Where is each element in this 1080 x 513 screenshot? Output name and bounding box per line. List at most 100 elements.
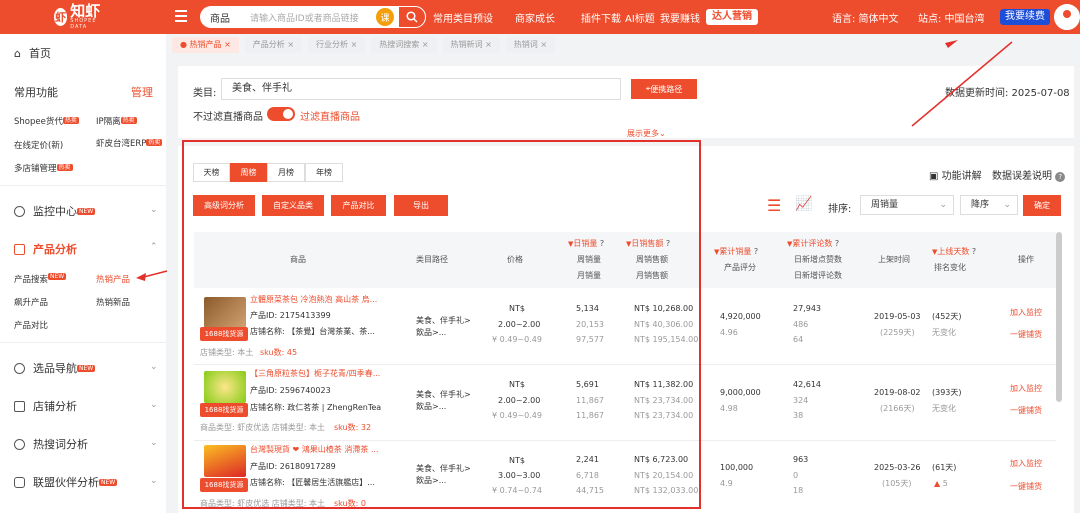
- data-error-note[interactable]: 数据误差说明 ?: [992, 167, 1066, 182]
- total-sales: 9,000,000: [720, 388, 761, 397]
- th-action: 操作: [1018, 255, 1034, 264]
- tab-hot-words[interactable]: 热销词 ×: [505, 37, 556, 53]
- link-erp[interactable]: 虾皮台湾ERP 热卖: [96, 137, 163, 149]
- search-input[interactable]: 请输入商品ID或者商品链接: [250, 11, 376, 24]
- th-rank: 排名变化: [934, 263, 966, 272]
- live-filter-toggle[interactable]: [267, 107, 295, 121]
- tab-hot-new-words[interactable]: 热销新词 ×: [442, 37, 500, 53]
- search-category-select[interactable]: 商品: [200, 10, 250, 25]
- tab-keyword-search[interactable]: 热搜词搜索 ×: [371, 37, 437, 53]
- sidebar-item-selection[interactable]: 选品导航 NEW: [14, 360, 96, 376]
- nav-ai-title[interactable]: AI标题: [625, 10, 655, 25]
- table-scrollbar[interactable]: [1056, 232, 1062, 402]
- th-daily-likes: 日新增点赞数: [794, 255, 842, 264]
- shop-icon: [14, 400, 25, 412]
- sidebar-item-keyword[interactable]: 热搜词分析: [14, 436, 88, 452]
- one-click-list-link[interactable]: 一键铺货: [1010, 329, 1042, 341]
- sort-select[interactable]: 周销量 ⌄: [860, 195, 954, 215]
- home-icon: ⌂: [14, 46, 21, 60]
- chevron-down-icon: ⌄: [939, 200, 947, 210]
- one-click-list-link[interactable]: 一键铺货: [1010, 481, 1042, 493]
- compass-icon: [14, 362, 25, 374]
- th-rating: 产品评分: [724, 263, 756, 272]
- hamburger-menu-icon[interactable]: [175, 10, 187, 22]
- chart-view-icon[interactable]: 📈: [795, 196, 812, 212]
- feature-guide[interactable]: ▣ 功能讲解: [929, 167, 982, 182]
- show-more-link[interactable]: 展示更多⌄: [627, 128, 666, 139]
- sub-soaring-products[interactable]: 飙升产品: [14, 296, 48, 308]
- th-listed: 上架时间: [878, 255, 910, 264]
- add-monitor-link[interactable]: 加入监控: [1010, 458, 1042, 470]
- search-bar: 商品 请输入商品ID或者商品链接 课: [200, 6, 426, 28]
- nav-earn-money[interactable]: 我要赚钱: [660, 10, 700, 25]
- filter-live-label: 过滤直播商品: [300, 112, 360, 123]
- link-ip-isolation[interactable]: IP隔离 热卖: [96, 115, 137, 127]
- sidebar-item-monitor[interactable]: 监控中心 NEW: [14, 203, 96, 219]
- update-time: 数据更新时间: 2025-07-08: [945, 88, 1070, 99]
- one-click-list-link[interactable]: 一键铺货: [1010, 405, 1042, 417]
- sidebar-item-product-analysis[interactable]: 产品分析: [14, 241, 77, 257]
- logo[interactable]: 虾 知虾 SHOPEE DATA: [54, 4, 104, 30]
- help-icon: ?: [1055, 172, 1066, 182]
- divider: [0, 185, 166, 186]
- location-icon: [14, 205, 25, 217]
- new-reviews: 18: [793, 486, 804, 495]
- influencer-marketing-button[interactable]: 达人营销: [706, 9, 758, 25]
- chevron-down-icon: ⌄: [1003, 200, 1011, 210]
- daily-likes: 486: [793, 320, 809, 329]
- renew-button[interactable]: 我要续费: [1000, 9, 1050, 25]
- filter-panel: [178, 66, 1074, 138]
- category-label: 类目:: [193, 88, 217, 99]
- course-badge-icon[interactable]: 课: [376, 8, 394, 26]
- th-reviews[interactable]: ▼累计评论数 ?: [787, 238, 839, 249]
- order-select[interactable]: 降序 ⌄: [960, 195, 1018, 215]
- manage-link[interactable]: 管理: [131, 84, 153, 100]
- total-sales: 100,000: [720, 463, 754, 472]
- sidebar-item-shop[interactable]: 店铺分析: [14, 398, 77, 414]
- quick-path-button[interactable]: ⌖ 便携路径: [631, 79, 697, 99]
- daily-likes: 0: [793, 471, 799, 480]
- reviews: 963: [793, 455, 809, 464]
- tab-bar: ● 热销产品 × 产品分析 × 行业分析 × 热搜词搜索 × 热销新词 × 热销…: [172, 37, 561, 53]
- tab-hot-products[interactable]: ● 热销产品 ×: [172, 37, 239, 53]
- reviews: 42,614: [793, 380, 821, 389]
- rating: 4.98: [720, 404, 738, 413]
- tab-industry-analysis[interactable]: 行业分析 ×: [308, 37, 366, 53]
- nav-category-preset[interactable]: 常用类目预设: [433, 10, 493, 25]
- tab-product-analysis[interactable]: 产品分析 ×: [244, 37, 303, 53]
- sub-product-compare[interactable]: 产品对比: [14, 319, 48, 331]
- chat-icon: [14, 438, 25, 450]
- link-multi-shop[interactable]: 多店铺管理 热卖: [14, 162, 73, 174]
- add-monitor-link[interactable]: 加入监控: [1010, 307, 1042, 319]
- th-days[interactable]: ▼上线天数 ?: [932, 246, 976, 257]
- common-functions-heading: 常用功能: [14, 86, 58, 99]
- logo-subtitle: SHOPEE DATA: [70, 18, 97, 30]
- new-reviews: 64: [793, 335, 804, 344]
- sidebar-item-home[interactable]: ⌂ 首页: [14, 45, 51, 61]
- list-view-icon[interactable]: ☰: [767, 196, 781, 215]
- confirm-button[interactable]: 确定: [1023, 195, 1061, 216]
- chevron-down-icon: ⌄: [150, 362, 158, 372]
- add-monitor-link[interactable]: 加入监控: [1010, 383, 1042, 395]
- nav-merchant-growth[interactable]: 商家成长: [515, 10, 555, 25]
- sort-label: 排序:: [828, 204, 852, 215]
- search-button[interactable]: [398, 6, 426, 28]
- link-shopee-forwarder[interactable]: Shopee货代 热卖: [14, 115, 79, 127]
- th-total-sales[interactable]: ▼累计销量 ?: [714, 246, 758, 257]
- site-select[interactable]: 站点: 中国台湾: [918, 10, 985, 25]
- link-online-pricing[interactable]: 在线定价(新): [14, 139, 63, 151]
- listed-days: (105天): [882, 479, 912, 488]
- rank-up-icon: ▲: [934, 479, 941, 488]
- sub-product-search[interactable]: 产品搜索 NEW: [14, 273, 67, 285]
- category-input[interactable]: 美食、伴手礼: [221, 78, 621, 100]
- online-days: (61天): [932, 463, 957, 472]
- daily-likes: 324: [793, 396, 809, 405]
- sidebar-item-alliance[interactable]: 联盟伙伴分析 NEW: [14, 474, 118, 490]
- sub-hot-new-products[interactable]: 热销新品: [96, 296, 130, 308]
- avatar[interactable]: [1054, 4, 1080, 30]
- cube-icon: [14, 476, 25, 488]
- nav-plugin-download[interactable]: 插件下载: [581, 10, 621, 25]
- new-reviews: 38: [793, 411, 804, 420]
- language-select[interactable]: 语言: 简体中文: [832, 10, 899, 25]
- sub-hot-products[interactable]: 热销产品: [96, 273, 130, 285]
